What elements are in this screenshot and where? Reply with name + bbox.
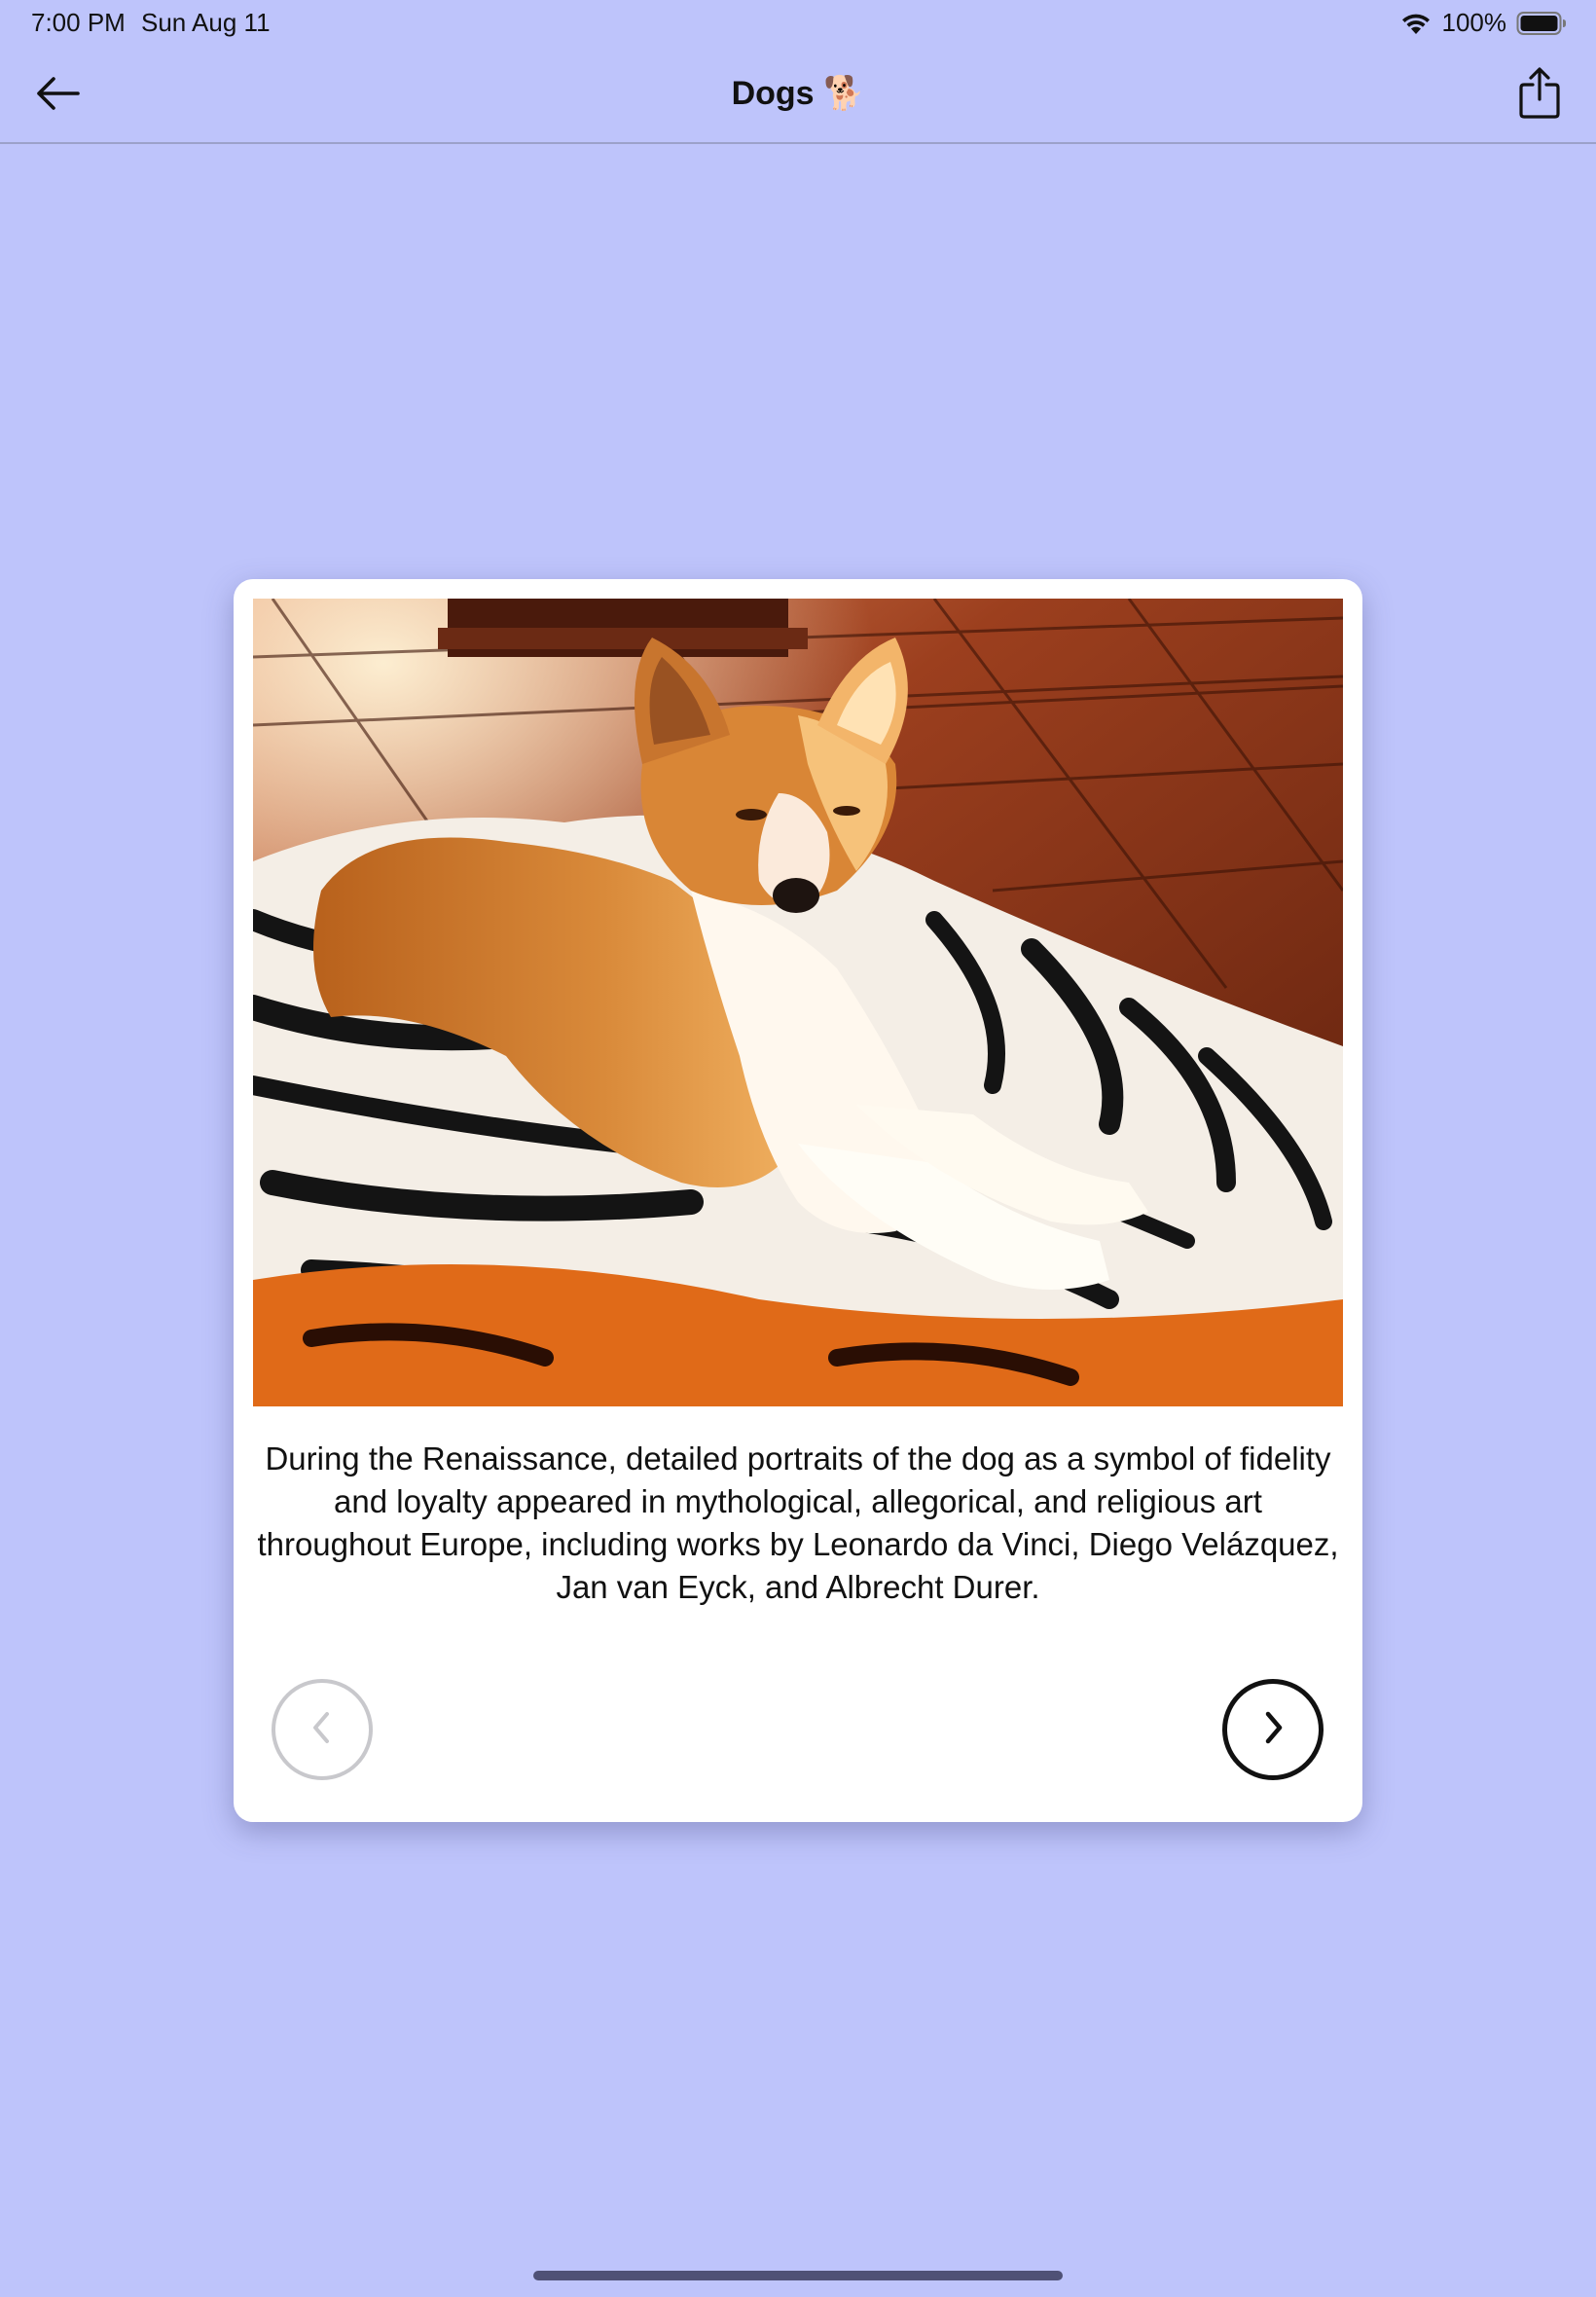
- previous-button[interactable]: [272, 1679, 373, 1780]
- dog-photo: [253, 599, 1343, 1406]
- dog-emoji-icon: 🐕: [823, 75, 865, 112]
- page-title: Dogs 🐕: [0, 74, 1596, 113]
- chevron-right-icon: [1258, 1708, 1288, 1752]
- fact-text: During the Renaissance, detailed portrai…: [257, 1440, 1339, 1605]
- status-time: 7:00 PM: [31, 8, 126, 37]
- next-button[interactable]: [1222, 1679, 1324, 1780]
- share-button[interactable]: [1510, 64, 1569, 127]
- status-date: Sun Aug 11: [141, 8, 271, 37]
- share-icon: [1518, 66, 1561, 125]
- fact-card: During the Renaissance, detailed portrai…: [234, 579, 1362, 1822]
- status-bar: 7:00 PM Sun Aug 11 100%: [0, 0, 1596, 47]
- wifi-icon: [1399, 11, 1433, 36]
- status-indicators: 100%: [1399, 8, 1568, 38]
- home-indicator[interactable]: [533, 2271, 1063, 2280]
- battery-icon: [1516, 11, 1567, 36]
- dog-photo-illustration: [253, 599, 1343, 1406]
- chevron-left-icon: [308, 1708, 337, 1752]
- page-title-text: Dogs: [731, 75, 815, 112]
- battery-percentage: 100%: [1441, 8, 1507, 37]
- navigation-bar: Dogs 🐕: [0, 47, 1596, 144]
- screen: 7:00 PM Sun Aug 11 100% Dogs 🐕 During th…: [0, 0, 1596, 2297]
